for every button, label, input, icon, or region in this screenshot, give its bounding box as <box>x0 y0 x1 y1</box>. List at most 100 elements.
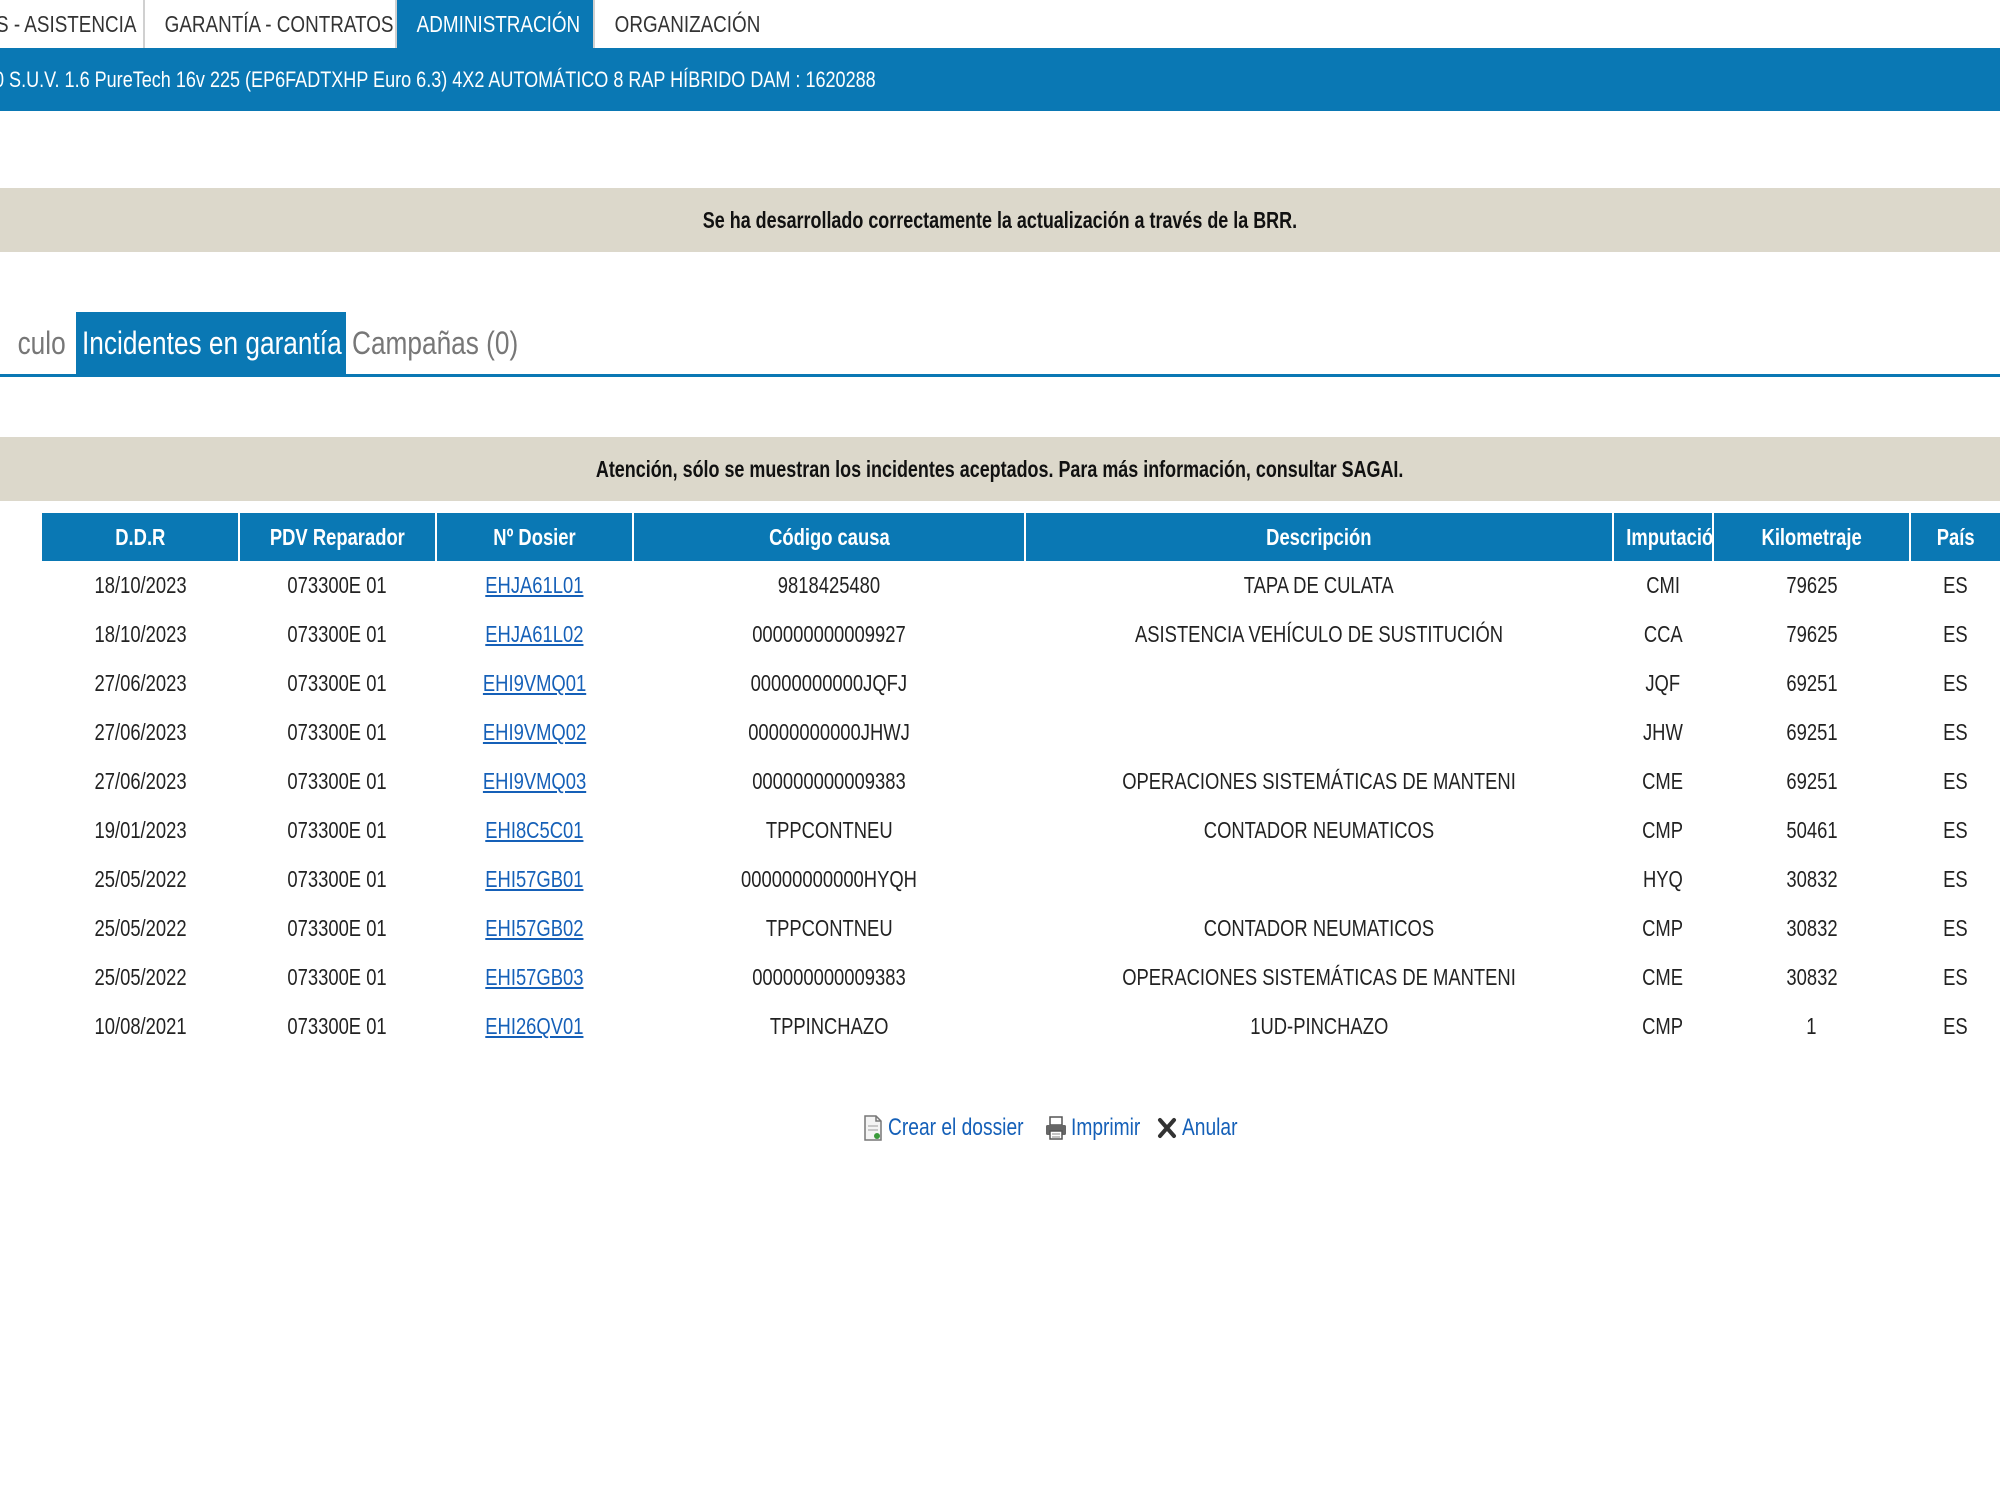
cell-codigo: 00000000000JHWJ <box>633 708 1025 757</box>
cell-codigo: 000000000000HYQH <box>633 855 1025 904</box>
tab-campanas[interactable]: Campañas (0) <box>346 312 561 374</box>
cell-kilometraje: 69251 <box>1713 659 1910 708</box>
column-header-dosier[interactable]: Nº Dosier <box>436 513 634 561</box>
cell-descripcion: 1UD-PINCHAZO <box>1025 1002 1613 1051</box>
cell-pdv-text: 073300E 01 <box>287 1013 388 1039</box>
cell-pais-text: ES <box>1942 621 1968 647</box>
dosier-link[interactable]: EHI9VMQ03 <box>483 768 586 795</box>
dosier-link[interactable]: EHI57GB03 <box>485 964 583 991</box>
cell-kilometraje-text: 69251 <box>1785 670 1838 696</box>
tab-vehiculo[interactable]: culo <box>0 312 72 374</box>
cell-imputacion: CMI <box>1613 561 1713 610</box>
table-row: 19/01/2023 073300E 01 EHI8C5C01 TPPCONTNEU C… <box>42 806 2000 855</box>
cell-ddr: 27/06/2023 <box>42 659 239 708</box>
cell-imputacion-text: CMI <box>1646 572 1680 598</box>
column-header-pdv[interactable]: PDV Reparador <box>239 513 437 561</box>
cell-ddr-text: 27/06/2023 <box>94 768 187 794</box>
cell-kilometraje-text: 1 <box>1806 1013 1817 1039</box>
column-header-descripcion[interactable]: Descripción <box>1025 513 1614 561</box>
tab-incidentes-garantia[interactable]: Incidentes en garantía <box>76 312 346 374</box>
cell-pdv: 073300E 01 <box>239 953 436 1002</box>
cell-imputacion: CCA <box>1613 610 1713 659</box>
dosier-link[interactable]: EHI8C5C01 <box>485 817 583 844</box>
cell-codigo-text: TPPINCHAZO <box>769 1013 889 1039</box>
cell-descripcion: TAPA DE CULATA <box>1025 561 1613 610</box>
print-label: Imprimir <box>1071 1114 1141 1141</box>
cell-pais-text: ES <box>1942 768 1968 794</box>
cell-ddr-text: 27/06/2023 <box>94 670 187 696</box>
cell-ddr: 10/08/2021 <box>42 1002 239 1051</box>
cell-pdv-text: 073300E 01 <box>287 768 388 794</box>
cell-codigo-text: 9818425480 <box>777 572 881 598</box>
column-header-label: Kilometraje <box>1761 523 1862 550</box>
cell-imputacion-text: CMP <box>1642 817 1684 843</box>
cell-pais: ES <box>1910 659 2000 708</box>
cell-ddr: 19/01/2023 <box>42 806 239 855</box>
nav-tab-garantia-contratos[interactable]: GARANTÍA - CONTRATOS <box>145 0 397 48</box>
cell-pais-text: ES <box>1942 670 1968 696</box>
cell-pais-text: ES <box>1942 866 1968 892</box>
cell-kilometraje: 30832 <box>1713 953 1910 1002</box>
column-header-imputacion[interactable]: Imputación <box>1613 513 1714 561</box>
nav-tab-administracion[interactable]: ADMINISTRACIÓN <box>397 0 595 48</box>
table-body: 18/10/2023 073300E 01 EHJA61L01 9818425480 T… <box>42 561 2000 1051</box>
vehicle-info-bar: 0 S.U.V. 1.6 PureTech 16v 225 (EP6FADTXH… <box>0 48 2000 111</box>
column-header-label: PDV Reparador <box>270 523 405 550</box>
create-dossier-button[interactable]: Crear el dossier <box>862 1113 1057 1143</box>
print-button[interactable]: Imprimir <box>1045 1113 1158 1143</box>
cell-ddr: 27/06/2023 <box>42 708 239 757</box>
dosier-link[interactable]: EHJA61L01 <box>485 572 583 599</box>
cell-pdv: 073300E 01 <box>239 561 436 610</box>
table-row: 25/05/2022 073300E 01 EHI57GB02 TPPCONTNEU C… <box>42 904 2000 953</box>
column-header-kilometraje[interactable]: Kilometraje <box>1713 513 1911 561</box>
cell-descripcion: OPERACIONES SISTEMÁTICAS DE MANTENI <box>1025 757 1613 806</box>
cell-ddr-text: 18/10/2023 <box>94 621 187 647</box>
cell-ddr-text: 25/05/2022 <box>94 964 187 990</box>
cell-codigo-text: TPPCONTNEU <box>765 915 893 941</box>
cell-pdv-text: 073300E 01 <box>287 719 388 745</box>
cell-ddr-text: 10/08/2021 <box>94 1013 187 1039</box>
cell-codigo: 000000000009927 <box>633 610 1025 659</box>
dosier-link[interactable]: EHI57GB02 <box>485 915 583 942</box>
column-header-codigo[interactable]: Código causa <box>633 513 1026 561</box>
cell-imputacion-text: HYQ <box>1643 866 1683 892</box>
cell-ddr: 25/05/2022 <box>42 904 239 953</box>
cancel-button[interactable]: Anular <box>1156 1113 1251 1143</box>
update-success-message: Se ha desarrollado correctamente la actu… <box>0 188 2000 252</box>
cell-kilometraje: 30832 <box>1713 855 1910 904</box>
nav-tab-organizacion[interactable]: ORGANIZACIÓN <box>595 0 770 48</box>
cell-descripcion: CONTADOR NEUMATICOS <box>1025 806 1613 855</box>
cell-pais-text: ES <box>1942 915 1968 941</box>
cell-kilometraje-text: 30832 <box>1785 964 1838 990</box>
column-header-ddr[interactable]: D.D.R <box>42 513 240 561</box>
nav-tab-label: GARANTÍA - CONTRATOS <box>164 10 394 37</box>
cell-pdv-text: 073300E 01 <box>287 915 388 941</box>
cell-dosier: EHI8C5C01 <box>436 806 633 855</box>
cell-pdv: 073300E 01 <box>239 904 436 953</box>
cell-kilometraje: 50461 <box>1713 806 1910 855</box>
cell-pais: ES <box>1910 610 2000 659</box>
cell-pais: ES <box>1910 708 2000 757</box>
table-row: 27/06/2023 073300E 01 EHI9VMQ03 00000000000… <box>42 757 2000 806</box>
dosier-link[interactable]: EHI57GB01 <box>485 866 583 893</box>
cell-ddr-text: 27/06/2023 <box>94 719 187 745</box>
cell-codigo-text: 000000000009383 <box>752 768 906 794</box>
dosier-link[interactable]: EHJA61L02 <box>485 621 583 648</box>
cell-codigo: 000000000009383 <box>633 757 1025 806</box>
nav-tab-asistencia[interactable]: S - ASISTENCIA <box>0 0 145 48</box>
nav-tab-label: ORGANIZACIÓN <box>614 10 761 37</box>
dosier-link[interactable]: EHI9VMQ01 <box>483 670 586 697</box>
nav-tab-label: ADMINISTRACIÓN <box>416 10 581 37</box>
cell-pdv: 073300E 01 <box>239 659 436 708</box>
column-header-pais[interactable]: País <box>1910 513 2000 561</box>
cell-imputacion-text: CME <box>1642 768 1684 794</box>
dosier-link[interactable]: EHI9VMQ02 <box>483 719 586 746</box>
cell-dosier: EHI57GB01 <box>436 855 633 904</box>
table-row: 18/10/2023 073300E 01 EHJA61L01 9818425480 T… <box>42 561 2000 610</box>
cell-pdv-text: 073300E 01 <box>287 866 388 892</box>
cell-kilometraje: 79625 <box>1713 561 1910 610</box>
dosier-link[interactable]: EHI26QV01 <box>485 1013 583 1040</box>
column-header-label: Nº Dosier <box>493 523 576 550</box>
tab-label: culo <box>17 324 66 361</box>
incidents-table: D.D.R PDV Reparador Nº Dosier Código cau… <box>42 513 2000 1051</box>
